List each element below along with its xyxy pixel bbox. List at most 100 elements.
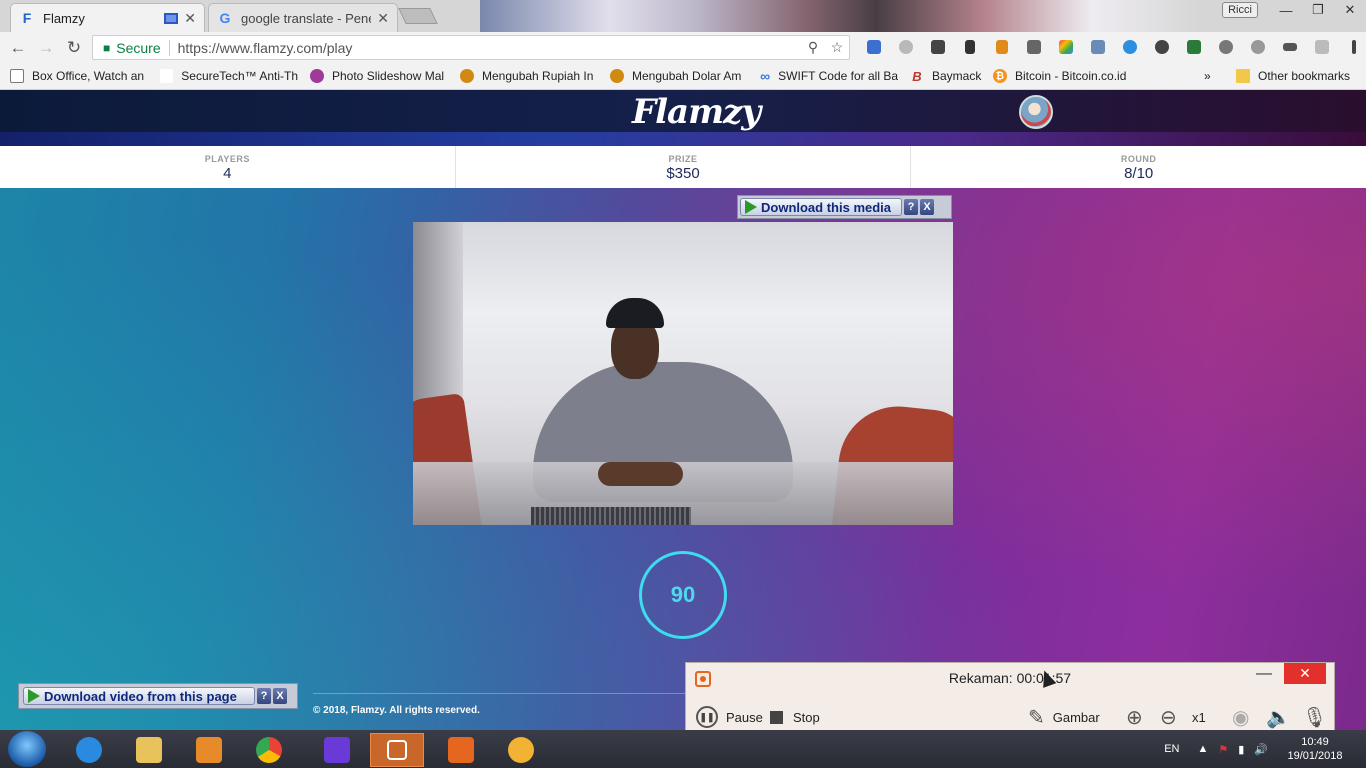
close-tab-icon[interactable]: ✕ — [184, 10, 196, 27]
tabstrip-background — [480, 0, 1200, 32]
webcam-toggle[interactable]: ◉ — [1232, 705, 1256, 733]
settings-sliders-icon[interactable] — [1274, 38, 1306, 56]
video-editor-icon[interactable] — [310, 733, 364, 767]
puzzle-extension-icon[interactable] — [1210, 38, 1242, 56]
bookmark-label: Box Office, Watch an — [32, 69, 145, 83]
close-window-icon[interactable]: ✕ — [1334, 0, 1366, 20]
video-player[interactable] — [413, 222, 953, 525]
screen-recorder-taskbar-icon[interactable] — [370, 733, 424, 767]
draw-label: Gambar — [1052, 709, 1100, 725]
download-video-label: Download video from this page — [44, 688, 237, 704]
bookmark-item[interactable]: Mengubah Dolar Am — [610, 69, 748, 83]
download-manager-icon[interactable] — [986, 38, 1018, 56]
help-icon[interactable]: ? — [257, 688, 271, 704]
chrome-icon[interactable] — [242, 733, 296, 767]
close-icon[interactable]: X — [273, 688, 287, 704]
flamzy-logo[interactable]: Flamzy — [632, 92, 761, 132]
close-recorder-icon[interactable]: ✕ — [1284, 663, 1326, 684]
volume-icon[interactable]: 🔊 — [1254, 743, 1268, 756]
address-bar[interactable]: ■ Secure https://www.flamzy.com/play ⚲ ☆ — [92, 35, 850, 60]
forward-icon[interactable]: → — [32, 38, 60, 58]
internet-explorer-icon[interactable] — [62, 733, 116, 767]
cloud-extension-icon[interactable] — [1242, 38, 1274, 56]
video-scene-mat — [531, 507, 691, 525]
footer-copyright: © 2018, Flamzy. All rights reserved. — [313, 705, 480, 716]
clock[interactable]: 10:49 19/01/2018 — [1280, 735, 1350, 763]
draw-button[interactable]: ✎ Gambar — [1028, 705, 1100, 729]
bookmarks-bar: Box Office, Watch an SecureTech™ Anti-Th… — [0, 63, 1366, 90]
wordpress-icon[interactable] — [1146, 38, 1178, 56]
zoom-in-button[interactable]: ⊕ — [1126, 705, 1143, 729]
apps-grid-icon[interactable] — [1306, 38, 1338, 56]
download-media-bar: Download this media ? X — [737, 195, 952, 219]
media-player-icon[interactable] — [182, 733, 236, 767]
stat-label: ROUND — [1120, 154, 1157, 164]
network-icon[interactable]: ▮ — [1238, 743, 1244, 756]
screenshot-tool-icon[interactable] — [434, 733, 488, 767]
video-scene-cap — [606, 298, 664, 328]
bookmark-star-icon[interactable]: ☆ — [825, 39, 849, 56]
close-tab-icon[interactable]: ✕ — [377, 10, 389, 27]
language-indicator[interactable]: EN — [1164, 743, 1179, 755]
media-extension-icon[interactable] — [922, 38, 954, 56]
print-icon[interactable] — [1082, 38, 1114, 56]
speaker-icon: 🔈 — [1266, 706, 1291, 729]
zoom-out-button[interactable]: ⊖ — [1160, 705, 1177, 729]
currency-icon — [610, 69, 624, 83]
lock-icon: ■ — [103, 40, 111, 55]
bookmark-label: SecureTech™ Anti-Th — [181, 69, 298, 83]
action-center-icon[interactable]: ⚑ — [1218, 743, 1228, 756]
tab-google-translate[interactable]: G google translate - Penelu ✕ — [208, 3, 398, 32]
new-tab-button[interactable] — [398, 8, 438, 24]
bookmarks-overflow-button[interactable]: » — [1204, 69, 1211, 83]
camera-icon[interactable] — [1018, 38, 1050, 56]
zoom-in-icon: ⊕ — [1126, 706, 1143, 729]
bookmark-label: Baymack — [932, 69, 982, 83]
bookmark-item[interactable]: B Baymack — [910, 69, 990, 83]
google-drive-icon[interactable] — [1050, 38, 1082, 56]
bookmark-item[interactable]: Mengubah Rupiah In — [460, 69, 597, 83]
download-arrow-icon[interactable] — [954, 38, 986, 56]
extension-icons — [858, 38, 1366, 56]
profile-button[interactable]: Ricci — [1222, 2, 1258, 18]
pencil-icon: ✎ — [1028, 706, 1045, 729]
bookmark-item[interactable]: ₿ Bitcoin - Bitcoin.co.id — [993, 69, 1143, 83]
search-icon[interactable]: ⚲ — [801, 39, 825, 56]
tab-flamzy[interactable]: F Flamzy ✕ — [10, 3, 205, 32]
messenger-icon[interactable] — [494, 733, 548, 767]
start-button[interactable] — [8, 731, 46, 767]
bookmark-item[interactable]: Box Office, Watch an — [10, 69, 150, 83]
bookmark-item[interactable]: SecureTech™ Anti-Th — [160, 69, 298, 83]
show-hidden-icons-icon[interactable]: ▲ — [1197, 743, 1208, 755]
shield-extension-icon[interactable] — [1114, 38, 1146, 56]
speaker-toggle[interactable]: 🔈 — [1266, 705, 1292, 733]
download-green-icon[interactable] — [1178, 38, 1210, 56]
pause-icon: ❚❚ — [696, 706, 718, 728]
restore-window-icon[interactable]: ❐ — [1302, 0, 1334, 20]
folder-icon — [1236, 69, 1250, 83]
download-video-button[interactable]: Download video from this page — [23, 687, 255, 705]
download-media-button[interactable]: Download this media — [740, 198, 903, 216]
microphone-toggle[interactable]: 🎙 — [1302, 705, 1328, 733]
bookmark-item[interactable]: ∞ SWIFT Code for all Ba — [760, 69, 898, 83]
bookmark-item[interactable]: Photo Slideshow Mal — [310, 69, 448, 83]
cast-icon[interactable] — [164, 12, 179, 24]
menu-kebab-icon[interactable] — [1338, 38, 1366, 56]
reload-icon[interactable]: ↻ — [60, 38, 88, 58]
bookmark-label: SWIFT Code for all Ba — [778, 69, 898, 83]
help-icon[interactable]: ? — [904, 199, 919, 215]
tab-title: Flamzy — [43, 10, 85, 26]
close-icon[interactable]: X — [920, 199, 935, 215]
minimize-icon[interactable]: — — [1256, 665, 1272, 683]
avatar[interactable] — [1019, 95, 1053, 129]
back-icon[interactable]: ← — [4, 38, 32, 58]
mail-extension-icon[interactable] — [890, 38, 922, 56]
calendar-extension-icon[interactable] — [858, 38, 890, 56]
minimize-window-icon[interactable]: — — [1270, 0, 1302, 20]
url-text[interactable]: https://www.flamzy.com/play — [178, 40, 801, 56]
stat-label: PRIZE — [668, 154, 698, 164]
stop-button[interactable]: Stop — [770, 705, 820, 729]
pause-button[interactable]: ❚❚ Pause — [696, 705, 763, 729]
other-bookmarks[interactable]: Other bookmarks — [1236, 69, 1350, 83]
file-explorer-icon[interactable] — [122, 733, 176, 767]
